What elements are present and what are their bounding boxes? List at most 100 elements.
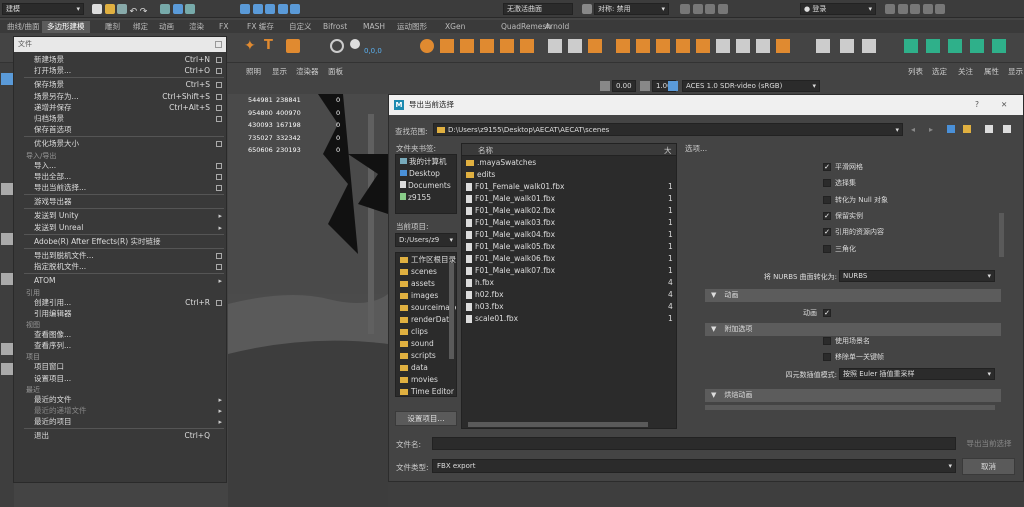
- layout-single-icon[interactable]: [1, 343, 13, 355]
- render-icon[interactable]: [680, 4, 690, 14]
- options-scrollbar[interactable]: [999, 213, 1004, 257]
- separate-icon[interactable]: [568, 39, 582, 53]
- ipr-icon[interactable]: [692, 4, 703, 14]
- file-row[interactable]: edits: [466, 169, 674, 181]
- viewport[interactable]: 544981 238841 0 954800 400970 0 430093 167198…: [228, 94, 388, 507]
- tab-shelf[interactable]: 动画: [154, 21, 179, 33]
- tool-settings-icon[interactable]: [922, 4, 933, 14]
- menu-selected[interactable]: 选定: [932, 66, 947, 77]
- tab-shelf[interactable]: 多边形建模: [42, 21, 90, 33]
- snap-grid-icon[interactable]: [240, 4, 250, 14]
- save-scene-icon[interactable]: [117, 4, 128, 14]
- menu-item[interactable]: 最近的递增文件 ▸: [14, 405, 226, 417]
- option-checkbox[interactable]: [823, 195, 831, 204]
- login-dropdown[interactable]: ● 登录 ▾: [800, 3, 876, 15]
- cancel-button[interactable]: 取消: [962, 458, 1015, 475]
- list-view-icon[interactable]: [985, 125, 993, 133]
- cube-icon[interactable]: [440, 39, 454, 53]
- col-size[interactable]: 大: [664, 145, 672, 156]
- look-in-path[interactable]: D:\Users\z9155\Desktop\AECAT\AECAT\scene…: [433, 123, 903, 136]
- project-folder-item[interactable]: movies: [400, 374, 438, 386]
- locator-icon[interactable]: [350, 39, 360, 49]
- menu-show[interactable]: 显示: [272, 66, 287, 77]
- option-box-icon[interactable]: [216, 253, 222, 259]
- hypershade-icon[interactable]: [717, 4, 728, 14]
- forward-icon[interactable]: ▸: [929, 125, 939, 135]
- cylinder-icon[interactable]: [460, 39, 474, 53]
- bookmark-documents[interactable]: Documents: [400, 180, 451, 192]
- smooth-icon[interactable]: [588, 39, 602, 53]
- nurbs-dropdown[interactable]: NURBS ▾: [839, 270, 995, 282]
- file-row[interactable]: F01_Male_walk01.fbx 1: [466, 193, 674, 205]
- uv-icon-3[interactable]: [948, 39, 962, 53]
- snap-surface-icon[interactable]: [290, 4, 301, 14]
- help-button[interactable]: ?: [975, 95, 979, 115]
- quad-draw-icon[interactable]: [776, 39, 790, 53]
- menu-item[interactable]: 指定脱机文件...: [14, 261, 226, 273]
- target-weld-icon[interactable]: [736, 39, 750, 53]
- select-hierarchy-icon[interactable]: [160, 4, 170, 14]
- mode-dropdown[interactable]: 建模 ▾: [2, 3, 84, 15]
- menu-lighting[interactable]: 照明: [246, 66, 261, 77]
- plane-icon[interactable]: [500, 39, 514, 53]
- bevel-icon[interactable]: [656, 39, 670, 53]
- bake-animation-section[interactable]: ▼ 烘焙动画: [705, 389, 1001, 402]
- uv-icon-2[interactable]: [926, 39, 940, 53]
- option-checkbox[interactable]: [823, 244, 831, 253]
- menu-item[interactable]: 设置项目...: [14, 373, 226, 385]
- tear-off-icon[interactable]: [215, 41, 222, 48]
- file-row[interactable]: F01_Male_walk06.fbx 1: [466, 253, 674, 265]
- measure-tool-icon[interactable]: [330, 39, 344, 53]
- exposure-field[interactable]: 0.00: [612, 80, 636, 92]
- snap-point-icon[interactable]: [265, 4, 276, 14]
- cone-icon[interactable]: [480, 39, 494, 53]
- option-box-icon[interactable]: [216, 162, 222, 169]
- open-scene-icon[interactable]: [104, 4, 115, 14]
- combine-icon[interactable]: [548, 39, 562, 53]
- export-selection-button[interactable]: 导出当前选择: [963, 437, 1015, 451]
- redo-icon[interactable]: ↷: [140, 7, 148, 17]
- uv-icon-4[interactable]: [970, 39, 984, 53]
- filetype-dropdown[interactable]: FBX export ▾: [432, 459, 956, 473]
- color-management-icon[interactable]: [668, 81, 678, 91]
- menu-item[interactable]: 最近的项目 ▸: [14, 416, 226, 428]
- file-list-scrollbar[interactable]: [468, 422, 648, 427]
- option-box-icon[interactable]: [216, 104, 222, 111]
- option-checkbox[interactable]: ✓: [823, 163, 831, 171]
- tab-shelf[interactable]: 绑定: [128, 21, 153, 33]
- live-surface-field[interactable]: 无激活曲面: [503, 3, 573, 15]
- option-box-icon[interactable]: [216, 299, 222, 306]
- menu-item[interactable]: 导入...: [14, 160, 226, 172]
- menu-item[interactable]: ATOM ▸: [14, 275, 226, 287]
- bookmark-user[interactable]: z9155: [400, 192, 431, 204]
- menu-item[interactable]: 引用编辑器: [14, 308, 226, 320]
- option-box-icon[interactable]: [216, 173, 222, 180]
- tab-shelf[interactable]: XGen: [440, 21, 470, 33]
- tab-shelf[interactable]: 曲线/曲面: [2, 21, 45, 33]
- snap-curve-icon[interactable]: [252, 4, 263, 14]
- select-tool-icon[interactable]: [1, 73, 13, 85]
- file-row[interactable]: F01_Male_walk02.fbx 1: [466, 205, 674, 217]
- sphere-icon[interactable]: [420, 39, 434, 53]
- scale-tool-icon[interactable]: [1, 273, 13, 285]
- project-folder-item[interactable]: 工作区根目录: [400, 254, 456, 266]
- close-button[interactable]: ✕: [1001, 95, 1007, 115]
- file-row[interactable]: h03.fbx 4: [466, 301, 674, 313]
- uv-icon-5[interactable]: [992, 39, 1006, 53]
- menu-item[interactable]: 优化场景大小: [14, 138, 226, 150]
- freeze-icon[interactable]: [862, 39, 876, 53]
- attribute-editor-icon[interactable]: [910, 4, 921, 14]
- menu-item[interactable]: 查看序列...: [14, 340, 226, 352]
- tab-shelf[interactable]: 渲染: [184, 21, 209, 33]
- project-folder-item[interactable]: clips: [400, 326, 428, 338]
- svg-tool-icon[interactable]: [286, 39, 300, 53]
- gamma-icon[interactable]: [640, 81, 650, 91]
- center-pivot-icon[interactable]: [840, 39, 854, 53]
- project-folder-item[interactable]: scripts: [400, 350, 436, 362]
- option-checkbox[interactable]: ✓: [823, 211, 831, 220]
- menu-item[interactable]: 游戏导出器: [14, 196, 226, 208]
- tab-shelf[interactable]: Bifrost: [318, 21, 352, 33]
- uv-icon-1[interactable]: [904, 39, 918, 53]
- project-folder-item[interactable]: assets: [400, 278, 435, 290]
- rotate-tool-icon[interactable]: [1, 233, 13, 245]
